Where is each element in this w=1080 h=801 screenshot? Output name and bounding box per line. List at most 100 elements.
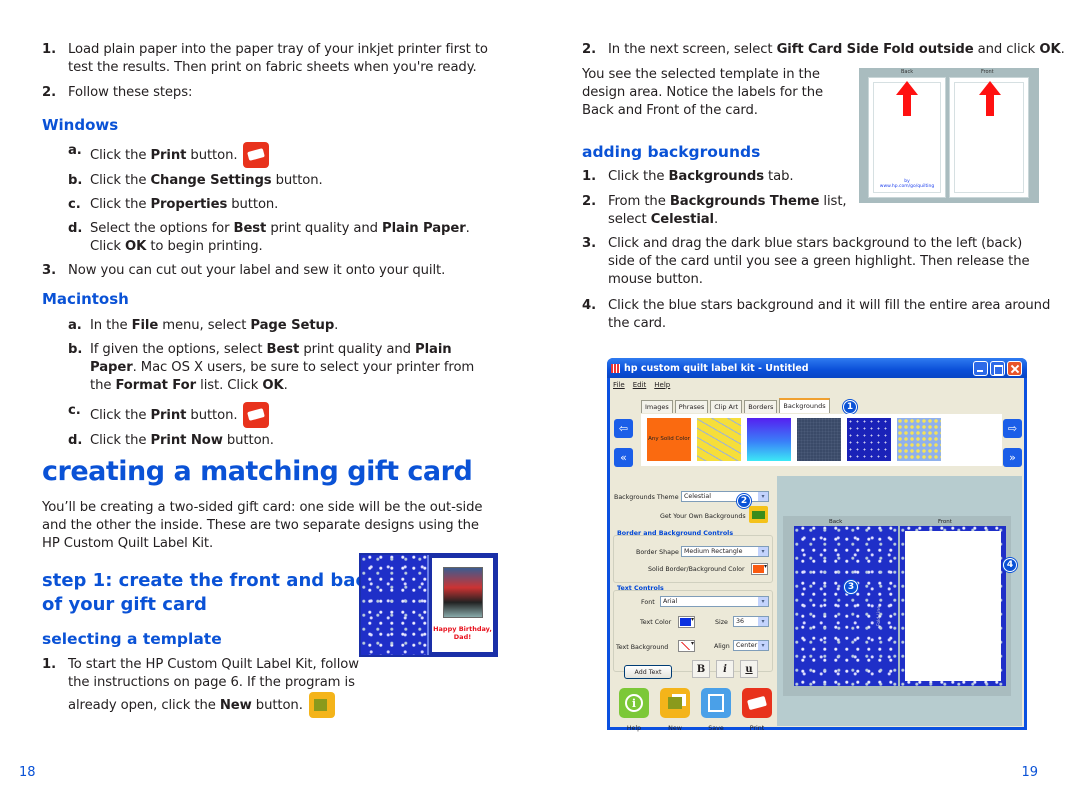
tab-clip-art[interactable]: Clip Art xyxy=(710,400,743,413)
macintosh-heading: Macintosh xyxy=(42,290,129,308)
folder-open-icon[interactable] xyxy=(749,506,768,523)
canvas-back-label: Back xyxy=(829,519,843,525)
text-background-picker[interactable] xyxy=(678,640,695,652)
backgrounds-theme-label: Backgrounds Theme xyxy=(614,494,679,501)
template-back-panel: by www.hp.com/go/quilting xyxy=(868,77,946,198)
adding-step-2: 2. From the Backgrounds Theme list, selec… xyxy=(582,194,847,227)
windows-step-b: b. Click the Change Settings button. xyxy=(68,173,323,188)
text-color-label: Text Color xyxy=(640,619,672,626)
add-text-button[interactable]: Add Text xyxy=(624,665,672,679)
canvas-front-label: Front xyxy=(938,519,952,525)
mac-step-c: c. Click the Print button. xyxy=(68,402,270,428)
windows-step-a: a. Click the Print button. xyxy=(68,142,270,168)
scroll-last-button[interactable]: » xyxy=(1003,448,1022,467)
intro-paragraph: You’ll be creating a two-sided gift card… xyxy=(42,500,483,551)
gift-card-greeting: Happy Birthday, Dad! xyxy=(433,625,492,641)
menu-help[interactable]: Help xyxy=(654,381,670,389)
thumb-yellow-pattern[interactable] xyxy=(697,418,741,461)
tab-phrases[interactable]: Phrases xyxy=(674,400,709,413)
scroll-first-button[interactable]: « xyxy=(614,448,633,467)
step-3: 3. Now you can cut out your label and se… xyxy=(42,263,446,278)
page-number-right: 19 xyxy=(1021,765,1038,780)
mac-step-d: d. Click the Print Now button. xyxy=(68,433,274,448)
text-background-label: Text Background xyxy=(616,644,669,651)
help-button[interactable]: i xyxy=(619,688,649,718)
arrow-icon xyxy=(896,81,918,117)
adding-step-1: 1. Click the Backgrounds tab. xyxy=(582,169,794,184)
border-controls-group xyxy=(613,535,773,583)
close-button[interactable] xyxy=(1007,360,1022,376)
step-heading: step 1: create the front and back of your… xyxy=(42,570,379,615)
font-select[interactable]: Arial ▾ xyxy=(660,596,769,607)
title-bar[interactable]: hp custom quilt label kit - Untitled xyxy=(607,358,1027,378)
template-front-panel xyxy=(949,77,1029,198)
main-heading: creating a matching gift card xyxy=(42,456,473,487)
info-icon: i xyxy=(625,694,643,712)
tab-bar: Images Phrases Clip Art Borders Backgrou… xyxy=(641,398,832,413)
design-canvas[interactable]: Back Front Fold Line 3 4 xyxy=(777,476,1022,726)
menu-file[interactable]: File xyxy=(613,381,625,389)
underline-button[interactable]: u xyxy=(740,660,758,678)
border-shape-select[interactable]: Medium Rectangle ▾ xyxy=(681,546,769,557)
adding-step-3: 3. Click and drag the dark blue stars ba… xyxy=(582,236,1030,287)
back-label: Back xyxy=(901,69,914,75)
thumb-light-stars[interactable] xyxy=(897,418,941,461)
gift-card-preview: Happy Birthday, Dad! xyxy=(359,553,498,657)
selecting-template-heading: selecting a template xyxy=(42,630,222,648)
print-button[interactable] xyxy=(742,688,772,718)
intro-step-2: 2. Follow these steps: xyxy=(42,85,193,100)
align-select[interactable]: Center ▾ xyxy=(733,640,769,651)
print-icon xyxy=(243,142,270,168)
size-select[interactable]: 36 ▾ xyxy=(733,616,769,627)
minimize-button[interactable] xyxy=(973,360,988,376)
scroll-right-button[interactable]: ⇨ xyxy=(1003,419,1022,438)
arrow-icon xyxy=(979,81,1001,117)
front-label: Front xyxy=(981,69,994,75)
template-url: by www.hp.com/go/quilting xyxy=(879,179,935,189)
thumb-blue-gradient[interactable] xyxy=(747,418,791,461)
app-window: hp custom quilt label kit - Untitled Fil… xyxy=(607,358,1027,732)
template-preview: Back Front by www.hp.com/go/quilting xyxy=(859,68,1039,203)
print-label: Print xyxy=(749,725,765,732)
thumb-dark-texture[interactable] xyxy=(797,418,841,461)
backgrounds-strip: Any Solid Color xyxy=(641,414,1002,466)
help-label: Help xyxy=(626,725,642,732)
text-color-picker[interactable] xyxy=(678,616,695,628)
gift-card-front: Happy Birthday, Dad! xyxy=(432,558,493,652)
menu-edit[interactable]: Edit xyxy=(633,381,647,389)
text-color-swatch xyxy=(680,618,691,626)
scroll-left-button[interactable]: ⇦ xyxy=(614,419,633,438)
solid-color-label: Solid Border/Background Color xyxy=(648,566,745,573)
card-back-panel[interactable] xyxy=(794,526,898,686)
align-label: Align xyxy=(714,643,730,650)
adding-step-4: 4. Click the blue stars background and i… xyxy=(582,298,1051,331)
template-note: You see the selected template in the des… xyxy=(582,67,824,118)
solid-color-picker[interactable] xyxy=(751,563,768,575)
border-controls-label: Border and Background Controls xyxy=(617,530,734,537)
left-page: 1. Load plain paper into the paper tray … xyxy=(0,0,540,801)
thumb-blue-stars[interactable] xyxy=(847,418,891,461)
thumb-any-solid-color[interactable]: Any Solid Color xyxy=(647,418,691,461)
maximize-button[interactable] xyxy=(990,360,1005,376)
tab-backgrounds[interactable]: Backgrounds xyxy=(779,398,830,413)
get-own-backgrounds-label: Get Your Own Backgrounds xyxy=(660,513,746,520)
backgrounds-theme-select[interactable]: Celestial ▾ xyxy=(681,491,769,502)
new-button[interactable] xyxy=(660,688,690,718)
font-label: Font xyxy=(641,599,655,606)
windows-heading: Windows xyxy=(42,116,119,134)
save-button[interactable] xyxy=(701,688,731,718)
adding-backgrounds-heading: adding backgrounds xyxy=(582,143,761,161)
italic-button[interactable]: i xyxy=(716,660,734,678)
new-icon xyxy=(668,697,682,709)
windows-step-d: d. Select the options for Best print qua… xyxy=(68,221,470,254)
template-step-1: 1. To start the HP Custom Quilt Label Ki… xyxy=(42,656,360,718)
bold-button[interactable]: B xyxy=(692,660,710,678)
tab-borders[interactable]: Borders xyxy=(744,400,778,413)
page-number-left: 18 xyxy=(19,765,36,780)
solid-color-swatch xyxy=(753,565,764,573)
new-icon xyxy=(308,692,335,718)
mac-step-a: a. In the File menu, select Page Setup. xyxy=(68,318,339,333)
print-icon xyxy=(243,402,270,428)
tab-images[interactable]: Images xyxy=(641,400,673,413)
card-front-panel[interactable] xyxy=(900,526,1006,686)
